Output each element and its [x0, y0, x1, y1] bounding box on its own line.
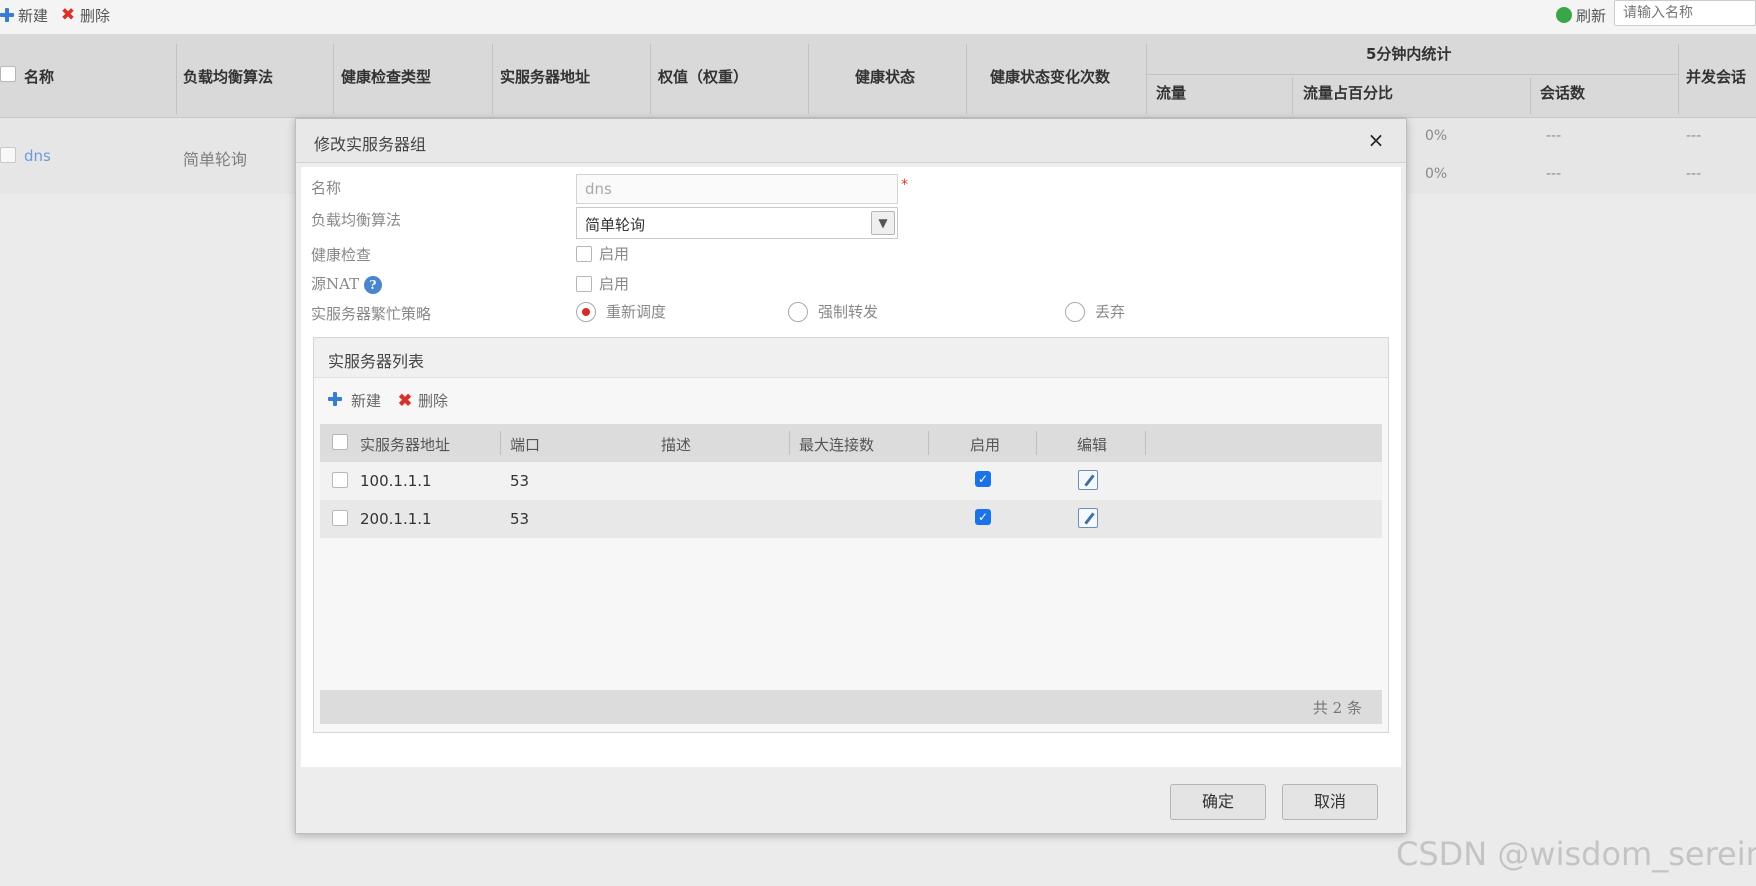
delete-button-label: 删除 — [80, 6, 111, 25]
col-health-status[interactable]: 健康状态 — [855, 66, 915, 87]
dialog-body: 名称 dns * 负载均衡算法 简单轮询 ▼ 健康检查 启用 源NAT ? 启用… — [301, 167, 1401, 767]
col-edit: 编辑 — [1077, 436, 1108, 454]
server-address-link[interactable]: 200.1.1.1 — [360, 510, 432, 528]
col-traffic[interactable]: 流量 — [1156, 82, 1186, 103]
busy-policy-option-force[interactable]: 强制转发 — [788, 301, 878, 322]
busy-policy-option-reschedule[interactable]: 重新调度 — [576, 301, 666, 322]
main-toolbar: 新建 ✖ 删除 刷新 — [0, 0, 1756, 34]
server-port: 53 — [510, 472, 530, 490]
health-check-option-label: 启用 — [599, 245, 630, 263]
server-address-link[interactable]: 100.1.1.1 — [360, 472, 432, 490]
delete-icon: ✖ — [60, 5, 76, 25]
col-enabled[interactable]: 启用 — [970, 434, 1000, 455]
dialog-title: 修改实服务器组 — [296, 119, 1406, 163]
refresh-button-label: 刷新 — [1576, 6, 1607, 25]
grid-header: 名称 负载均衡算法 健康检查类型 实服务器地址 权值（权重） 健康状态 健康状态… — [0, 34, 1756, 118]
health-check-label: 健康检查 — [311, 246, 372, 264]
server-port: 53 — [510, 510, 530, 528]
snat-toggle[interactable]: 启用 — [576, 273, 629, 294]
add-icon — [328, 391, 346, 410]
radio-unselected[interactable] — [788, 301, 808, 322]
col-port[interactable]: 端口 — [510, 434, 540, 455]
watermark: CSDN @wisdom_serein — [1396, 835, 1756, 873]
ok-button[interactable]: 确定 — [1170, 784, 1266, 820]
new-button-label: 新建 — [18, 6, 49, 25]
delete-button[interactable]: ✖ 删除 — [60, 4, 110, 26]
radio-selected[interactable] — [576, 301, 596, 322]
cancel-button[interactable]: 取消 — [1282, 784, 1378, 820]
col-health-check-type[interactable]: 健康检查类型 — [341, 66, 431, 87]
col-server-address[interactable]: 实服务器地址 — [500, 66, 590, 87]
health-check-checkbox[interactable] — [576, 245, 592, 262]
busy-policy-option-label: 重新调度 — [606, 303, 667, 321]
refresh-button[interactable]: 刷新 — [1556, 4, 1606, 26]
server-table-header: 实服务器地址 端口 描述 最大连接数 启用 编辑 — [320, 424, 1382, 462]
required-mark: * — [901, 177, 908, 193]
col-server-address[interactable]: 实服务器地址 — [360, 434, 450, 455]
row-checkbox[interactable] — [332, 472, 348, 488]
server-select-all-checkbox[interactable] — [332, 434, 348, 450]
edit-icon[interactable] — [1078, 508, 1098, 528]
server-new-button[interactable]: 新建 — [328, 390, 381, 411]
row-checkbox[interactable] — [332, 510, 348, 526]
close-icon[interactable]: × — [1364, 128, 1388, 152]
chevron-down-icon[interactable]: ▼ — [871, 211, 895, 235]
search-input[interactable] — [1614, 0, 1756, 26]
col-max-connections[interactable]: 最大连接数 — [799, 434, 874, 455]
busy-policy-option-label: 强制转发 — [818, 303, 879, 321]
snat-option-label: 启用 — [599, 275, 630, 293]
server-list-title: 实服务器列表 — [314, 338, 1388, 378]
total-count: 共 2 条 — [1312, 699, 1362, 717]
name-label: 名称 — [311, 179, 342, 197]
edit-server-group-dialog: 修改实服务器组 × 名称 dns * 负载均衡算法 简单轮询 ▼ 健康检查 启用… — [295, 118, 1407, 834]
snat-label: 源NAT ? — [311, 273, 382, 294]
busy-policy-option-drop[interactable]: 丢弃 — [1065, 301, 1125, 322]
table-row[interactable]: 200.1.1.1 53 ✓ — [320, 500, 1382, 538]
algorithm-label: 负载均衡算法 — [311, 211, 402, 229]
col-concurrent[interactable]: 并发会话 — [1686, 66, 1746, 87]
busy-policy-option-label: 丢弃 — [1095, 303, 1126, 321]
add-icon — [0, 8, 14, 22]
snat-label-text: 源NAT — [311, 275, 360, 293]
col-weight[interactable]: 权值（权重） — [658, 66, 748, 87]
busy-policy-label: 实服务器繁忙策略 — [311, 305, 432, 323]
col-health-changes[interactable]: 健康状态变化次数 — [990, 66, 1110, 87]
col-name[interactable]: 名称 — [24, 66, 54, 87]
health-check-toggle[interactable]: 启用 — [576, 243, 629, 264]
col-traffic-percent[interactable]: 流量占百分比 — [1303, 82, 1393, 103]
col-group-5min-stats: 5分钟内统计 — [1366, 45, 1452, 63]
select-all-checkbox[interactable] — [0, 66, 16, 82]
col-description[interactable]: 描述 — [661, 434, 691, 455]
server-delete-button[interactable]: ✖ 删除 — [397, 390, 448, 411]
name-field[interactable]: dns — [576, 174, 898, 204]
new-button[interactable]: 新建 — [0, 4, 48, 26]
server-list-panel: 实服务器列表 新建 ✖ 删除 实服务器地址 端口 描述 最大连接数 启用 编辑 … — [313, 337, 1389, 733]
snat-checkbox[interactable] — [576, 275, 592, 292]
enabled-checkbox[interactable]: ✓ — [975, 509, 991, 525]
radio-unselected[interactable] — [1065, 301, 1085, 322]
enabled-checkbox[interactable]: ✓ — [975, 471, 991, 487]
edit-icon[interactable] — [1078, 470, 1098, 490]
server-new-label: 新建 — [351, 392, 382, 410]
algorithm-select[interactable]: 简单轮询 ▼ — [576, 207, 898, 239]
refresh-icon — [1556, 7, 1572, 23]
help-icon[interactable]: ? — [363, 276, 382, 294]
col-algorithm[interactable]: 负载均衡算法 — [183, 66, 273, 87]
col-sessions[interactable]: 会话数 — [1540, 82, 1585, 103]
server-table-footer: 共 2 条 — [320, 690, 1382, 724]
server-delete-label: 删除 — [418, 392, 449, 410]
table-row[interactable]: 100.1.1.1 53 ✓ — [320, 462, 1382, 500]
algorithm-select-value: 简单轮询 — [585, 216, 646, 234]
delete-icon: ✖ — [397, 390, 413, 411]
